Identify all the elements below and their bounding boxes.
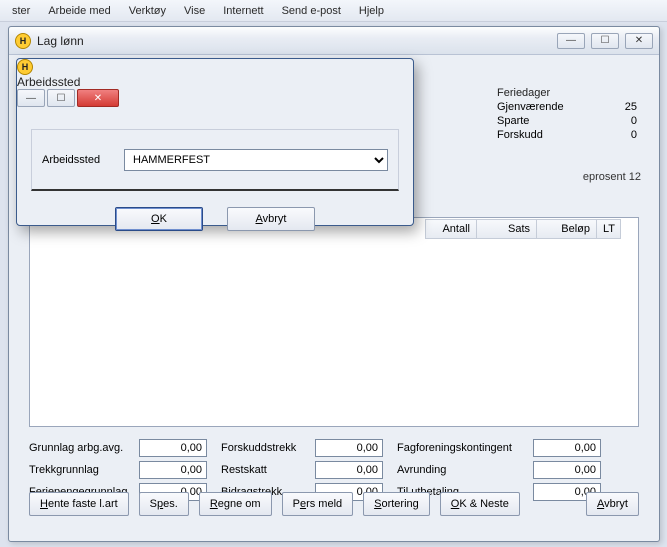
close-button[interactable]: ✕ <box>625 33 653 49</box>
ok-button[interactable]: OK <box>115 207 203 231</box>
column-header[interactable]: Sats <box>477 219 537 239</box>
column-header[interactable]: LT <box>597 219 621 239</box>
dialog-field-group: Arbeidssted HAMMERFEST <box>31 129 399 191</box>
main-menubar: ster Arbeide med Verktøy Vise Internett … <box>0 0 667 22</box>
pers-meld-button[interactable]: Pers meld <box>282 492 354 516</box>
field-label: Avrunding <box>397 464 529 476</box>
arbeidssted-label: Arbeidssted <box>42 154 116 166</box>
window-title: Lag lønn <box>37 34 551 48</box>
ok-neste-button[interactable]: OK & Neste <box>440 492 520 516</box>
column-header[interactable]: Beløp <box>537 219 597 239</box>
sortering-button[interactable]: Sortering <box>363 492 430 516</box>
app-icon: H <box>17 59 33 75</box>
column-header[interactable]: Antall <box>425 219 477 239</box>
field-label: Forskuddstrekk <box>221 442 311 454</box>
grid-header: Antall Sats Beløp LT <box>425 219 639 239</box>
hente-faste-button[interactable]: HHente faste l.artente faste l.art <box>29 492 129 516</box>
main-titlebar[interactable]: H Lag lønn — ☐ ✕ <box>9 27 659 55</box>
minimize-button[interactable]: — <box>557 33 585 49</box>
feriedager-row: Forskudd 0 <box>497 129 637 141</box>
feriedager-row: Sparte 0 <box>497 115 637 127</box>
menu-item[interactable]: Vise <box>176 3 213 19</box>
dialog-title: Arbeidssted <box>17 75 413 89</box>
feriedager-row: Gjenværende 25 <box>497 101 637 113</box>
dialog-button-row: OK Avbryt <box>31 207 399 231</box>
arbeidssted-dialog: H Arbeidssted — ☐ ✕ Arbeidssted HAMMERFE… <box>16 58 414 226</box>
app-icon: H <box>15 33 31 49</box>
summary-row: Grunnlag arbg.avg. Forskuddstrekk Fagfor… <box>29 437 639 459</box>
arbeidssted-select[interactable]: HAMMERFEST <box>124 149 388 171</box>
dialog-close-button[interactable]: ✕ <box>77 89 119 107</box>
dialog-content: Arbeidssted HAMMERFEST OK Avbryt <box>17 107 413 239</box>
menu-item[interactable]: Arbeide med <box>40 3 118 19</box>
feriedager-value: 25 <box>625 101 637 113</box>
menu-item[interactable]: ster <box>4 3 38 19</box>
feriedager-value: 0 <box>631 129 637 141</box>
feriedager-header: Feriedager <box>497 87 637 99</box>
avbryt-button[interactable]: Avbryt <box>586 492 639 516</box>
avrunding-input[interactable] <box>533 461 601 479</box>
feriedager-panel: Feriedager Gjenværende 25 Sparte 0 Forsk… <box>497 87 637 141</box>
forskuddstrekk-input[interactable] <box>315 439 383 457</box>
field-label: Restskatt <box>221 464 311 476</box>
dialog-titlebar[interactable]: H Arbeidssted — ☐ ✕ <box>17 59 413 107</box>
spes-button[interactable]: Spes. <box>139 492 189 516</box>
feriedager-value: 0 <box>631 115 637 127</box>
menu-item[interactable]: Internett <box>215 3 271 19</box>
menu-item[interactable]: Verktøy <box>121 3 174 19</box>
field-label: Grunnlag arbg.avg. <box>29 442 135 454</box>
restskatt-input[interactable] <box>315 461 383 479</box>
field-label: Fagforeningskontingent <box>397 442 529 454</box>
menu-item[interactable]: Hjelp <box>351 3 392 19</box>
feriedager-label: Forskudd <box>497 129 543 141</box>
fagforening-input[interactable] <box>533 439 601 457</box>
cancel-button[interactable]: Avbryt <box>227 207 315 231</box>
feriedager-label: Sparte <box>497 115 529 127</box>
regne-om-button[interactable]: Regne om <box>199 492 272 516</box>
dialog-minimize-button[interactable]: — <box>17 89 45 107</box>
trekkgrunnlag-input[interactable] <box>139 461 207 479</box>
feriedager-label: Gjenværende <box>497 101 564 113</box>
data-grid[interactable] <box>29 217 639 427</box>
summary-row: Trekkgrunnlag Restskatt Avrunding <box>29 459 639 481</box>
maximize-button[interactable]: ☐ <box>591 33 619 49</box>
action-button-row: HHente faste l.artente faste l.art Spes.… <box>29 489 639 519</box>
field-label: Trekkgrunnlag <box>29 464 135 476</box>
dialog-maximize-button[interactable]: ☐ <box>47 89 75 107</box>
menu-item[interactable]: Send e-post <box>274 3 349 19</box>
grunnlag-arbgavg-input[interactable] <box>139 439 207 457</box>
